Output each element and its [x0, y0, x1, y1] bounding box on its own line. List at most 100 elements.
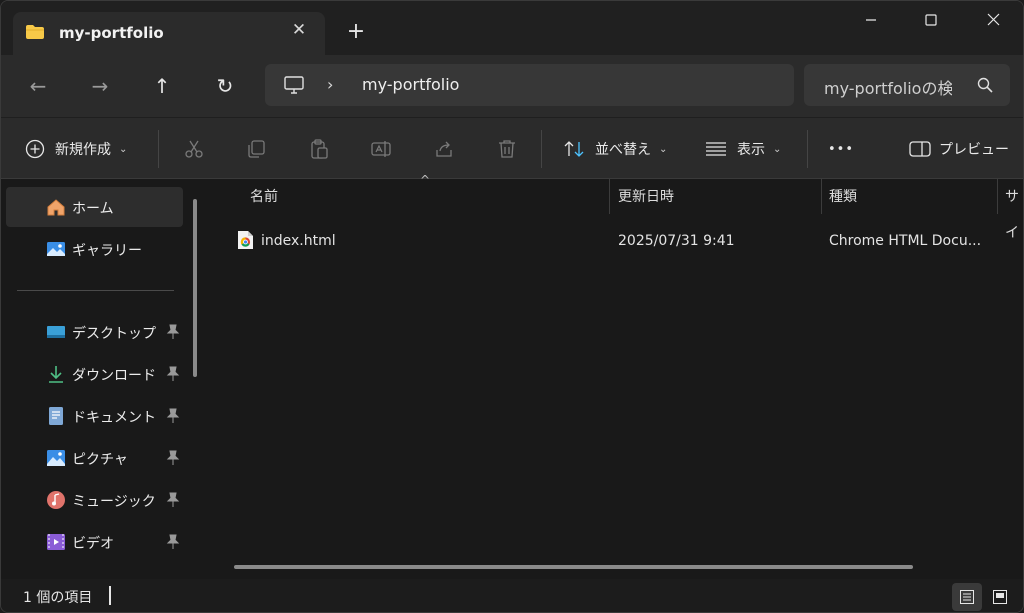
tab-my-portfolio[interactable]: my-portfolio ✕ — [13, 12, 325, 55]
more-options-button[interactable]: ••• — [828, 118, 854, 180]
preview-pane-button[interactable]: プレビュー — [909, 118, 1009, 180]
new-button-label: 新規作成 — [55, 142, 111, 158]
view-button-label: 表示 — [737, 142, 765, 158]
file-explorer-window: my-portfolio ✕ + ← → ↑ ↻ › my-portfolio … — [0, 0, 1024, 613]
video-icon — [47, 534, 65, 550]
chevron-down-icon: ⌄ — [773, 143, 782, 155]
sort-button-label: 並べ替え — [595, 142, 651, 158]
tiles-view-button[interactable] — [985, 583, 1015, 611]
sidebar-scrollbar[interactable] — [193, 199, 197, 377]
sort-button[interactable]: 並べ替え ⌄ — [563, 118, 667, 180]
view-button[interactable]: 表示 ⌄ — [705, 118, 781, 180]
new-tab-button[interactable]: + — [345, 21, 367, 43]
table-row[interactable]: index.html 2025/07/31 9:41 Chrome HTML D… — [208, 223, 1023, 259]
pin-icon[interactable] — [166, 492, 180, 508]
up-button[interactable]: ↑ — [145, 69, 179, 103]
breadcrumb-separator[interactable]: › — [327, 75, 333, 94]
pin-icon[interactable] — [166, 450, 180, 466]
pin-icon[interactable] — [166, 324, 180, 340]
new-button[interactable]: 新規作成 ⌄ — [25, 118, 127, 180]
close-tab-icon[interactable]: ✕ — [289, 20, 309, 40]
view-list-icon — [706, 142, 726, 156]
computer-icon — [284, 76, 304, 94]
add-icon — [25, 139, 45, 159]
minimize-icon — [866, 19, 876, 21]
sidebar-divider — [17, 290, 174, 291]
title-bar: my-portfolio ✕ + — [1, 1, 1023, 55]
back-button[interactable]: ← — [21, 69, 55, 103]
paste-icon[interactable] — [308, 138, 330, 160]
maximize-icon — [925, 14, 937, 26]
sidebar-item-pictures[interactable]: ピクチャ — [6, 438, 183, 478]
horizontal-scrollbar[interactable] — [234, 565, 913, 569]
preview-button-label: プレビュー — [939, 142, 1009, 158]
column-header-modified[interactable]: 更新日時 — [618, 179, 674, 215]
command-bar: 新規作成 ⌄ 並べ替え ⌄ 表示 ⌄ ••• プレビュー — [1, 117, 1023, 180]
sidebar-item-label: ドキュメント — [72, 410, 156, 426]
sidebar-item-label: ビデオ — [72, 536, 114, 552]
pictures-icon — [47, 450, 65, 466]
sidebar-item-music[interactable]: ミュージック — [6, 480, 183, 520]
sidebar-item-label: ギャラリー — [72, 243, 142, 259]
desktop-icon — [47, 326, 65, 338]
share-icon[interactable] — [433, 138, 455, 160]
sidebar-item-label: デスクトップ — [72, 326, 156, 342]
column-separator[interactable] — [609, 179, 610, 214]
cut-icon[interactable] — [183, 138, 205, 160]
minimize-button[interactable] — [848, 5, 894, 37]
sort-icon — [564, 141, 584, 157]
pin-icon[interactable] — [166, 408, 180, 424]
refresh-button[interactable]: ↻ — [208, 69, 242, 103]
sidebar-item-videos[interactable]: ビデオ — [6, 522, 183, 562]
folder-icon — [26, 25, 44, 39]
sidebar-item-documents[interactable]: ドキュメント — [6, 396, 183, 436]
column-header-name[interactable]: 名前 — [250, 179, 278, 215]
toolbar-divider — [807, 130, 808, 168]
navigation-pane: ホーム ギャラリー デスクトップ ダウンロード ドキュメント ピクチャ ミュージ… — [1, 179, 208, 579]
close-window-button[interactable] — [970, 5, 1016, 37]
sort-caret-icon: ^ — [420, 173, 431, 187]
column-separator[interactable] — [997, 179, 998, 214]
sidebar-item-downloads[interactable]: ダウンロード — [6, 354, 183, 394]
rename-icon[interactable] — [370, 138, 392, 160]
pin-icon[interactable] — [166, 534, 180, 550]
breadcrumb-my-portfolio[interactable]: my-portfolio — [362, 75, 459, 94]
file-modified: 2025/07/31 9:41 — [618, 233, 735, 249]
toolbar-divider — [158, 130, 159, 168]
tab-title: my-portfolio — [59, 24, 164, 42]
sidebar-item-partial[interactable] — [6, 569, 183, 579]
sidebar-item-home[interactable]: ホーム — [6, 187, 183, 227]
sidebar-item-gallery[interactable]: ギャラリー — [6, 229, 183, 269]
column-header-size[interactable]: サイ — [1005, 179, 1023, 241]
delete-icon[interactable] — [496, 138, 518, 160]
maximize-button[interactable] — [908, 5, 954, 37]
sidebar-item-label: ホーム — [72, 201, 114, 217]
column-separator[interactable] — [821, 179, 822, 214]
forward-button[interactable]: → — [83, 69, 117, 103]
copy-icon[interactable] — [245, 138, 267, 160]
column-header-type[interactable]: 種類 — [829, 179, 857, 215]
music-icon — [47, 491, 65, 509]
documents-icon — [49, 407, 63, 425]
file-list: ^ 名前 更新日時 種類 サイ index.html 2025/07/31 9:… — [208, 173, 1023, 579]
sidebar-item-label: ピクチャ — [72, 452, 128, 468]
search-input[interactable]: my-portfolioの検索 — [824, 75, 952, 99]
address-bar[interactable]: › my-portfolio — [265, 64, 794, 106]
search-icon[interactable] — [976, 76, 994, 94]
chevron-down-icon: ⌄ — [119, 143, 128, 155]
tiles-view-icon — [993, 590, 1007, 604]
chevron-down-icon: ⌄ — [659, 143, 668, 155]
text-caret — [109, 586, 111, 605]
preview-pane-icon — [909, 141, 931, 157]
status-bar: 1 個の項目 — [1, 579, 1023, 612]
sidebar-item-label: ダウンロード — [72, 368, 156, 384]
search-box[interactable]: my-portfolioの検索 — [804, 64, 1010, 106]
pin-icon[interactable] — [166, 366, 180, 382]
sidebar-item-desktop[interactable]: デスクトップ — [6, 312, 183, 352]
gallery-icon — [47, 242, 65, 256]
close-icon — [987, 13, 999, 26]
item-count: 1 個の項目 — [23, 590, 93, 606]
address-row: ← → ↑ ↻ › my-portfolio my-portfolioの検索 — [1, 55, 1023, 117]
details-view-button[interactable] — [952, 583, 982, 611]
toolbar-divider — [541, 130, 542, 168]
